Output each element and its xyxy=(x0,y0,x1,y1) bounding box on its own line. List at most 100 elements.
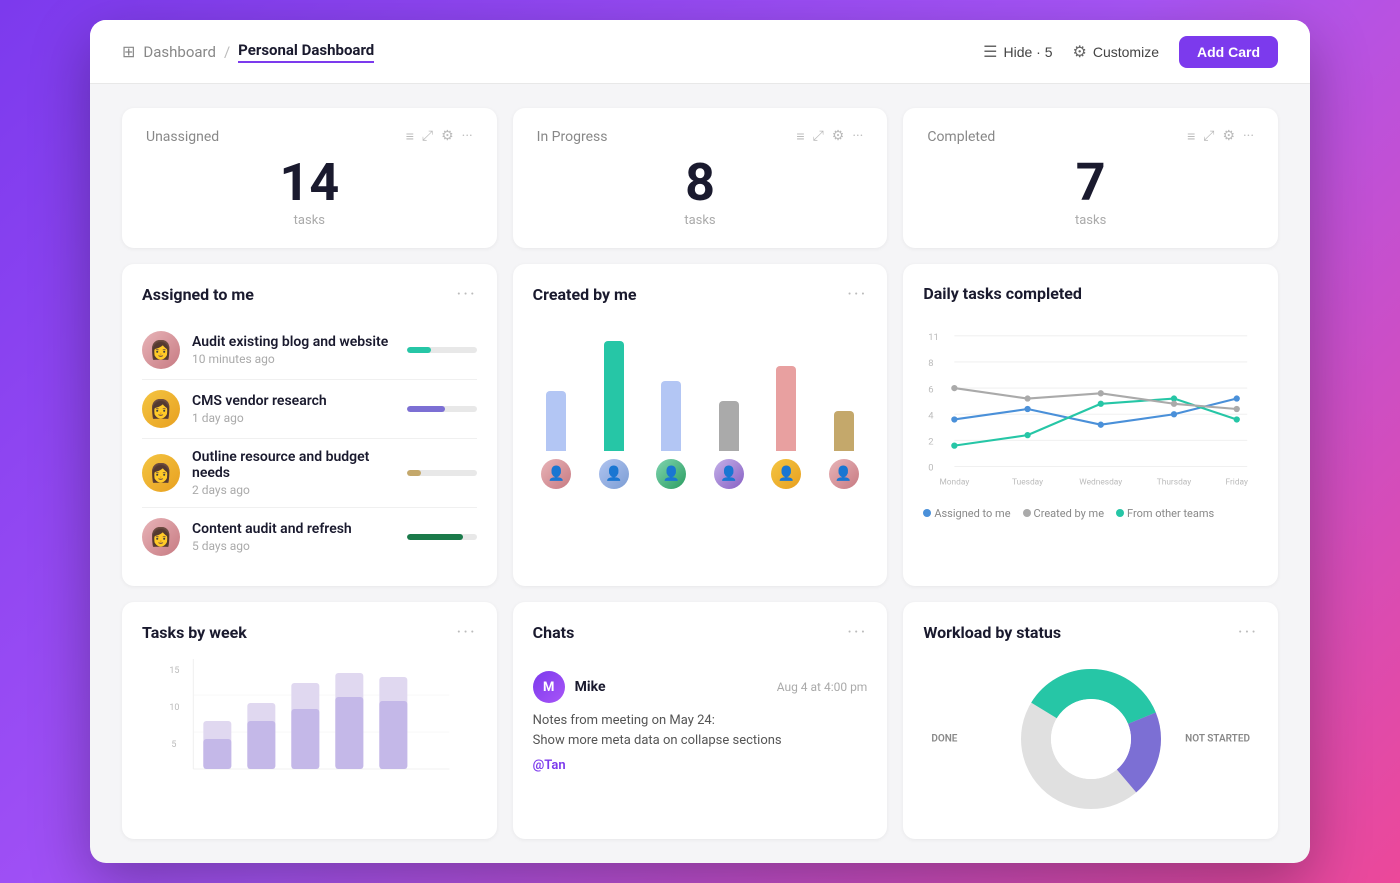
bar-avatar: 👤 xyxy=(599,459,629,489)
more-icon-3[interactable]: ··· xyxy=(1243,128,1254,145)
filter-icon-2[interactable]: ≡ xyxy=(796,128,804,145)
task-name: Audit existing blog and website xyxy=(192,334,395,350)
svg-text:6: 6 xyxy=(929,384,934,395)
chat-time: Aug 4 at 4:00 pm xyxy=(777,680,868,694)
task-item[interactable]: 👩 CMS vendor research 1 day ago xyxy=(142,380,477,439)
created-by-me-menu[interactable]: ··· xyxy=(847,284,867,305)
page-title: Personal Dashboard xyxy=(238,41,374,63)
settings-icon-2[interactable]: ⚙ xyxy=(832,128,845,145)
assigned-to-me-title: Assigned to me xyxy=(142,285,254,304)
task-name: Content audit and refresh xyxy=(192,521,395,537)
stat-label-completed: Completed xyxy=(927,129,995,145)
svg-text:Wednesday: Wednesday xyxy=(1080,477,1123,487)
header: ⊞ Dashboard / Personal Dashboard ☰ Hide … xyxy=(90,20,1310,84)
stat-number-unassigned: 14 xyxy=(146,157,473,209)
expand-icon[interactable]: ⤢ xyxy=(422,128,433,145)
created-by-me-title: Created by me xyxy=(533,285,637,304)
svg-text:15: 15 xyxy=(169,666,179,676)
chat-list: M Mike Aug 4 at 4:00 pm Notes from meeti… xyxy=(533,659,868,788)
filter-icon-3[interactable]: ≡ xyxy=(1187,128,1195,145)
avatar: 👩 xyxy=(142,518,180,556)
expand-icon-2[interactable]: ⤢ xyxy=(813,128,824,145)
svg-text:Monday: Monday xyxy=(940,477,970,487)
app-container: ⊞ Dashboard / Personal Dashboard ☰ Hide … xyxy=(90,20,1310,863)
avatar: 👩 xyxy=(142,454,180,492)
donut-chart: DONE NOT STARTED xyxy=(923,659,1258,819)
dashboard-icon: ⊞ xyxy=(122,42,135,61)
chat-mention[interactable]: @Tan xyxy=(533,758,566,773)
chat-name: Mike xyxy=(575,679,606,695)
bar-col xyxy=(648,381,695,451)
daily-tasks-card: Daily tasks completed 11 8 6 4 2 0 Monda… xyxy=(903,264,1278,586)
stat-sublabel-unassigned: tasks xyxy=(146,213,473,228)
header-actions: ☰ Hide · 5 ⚙ Customize Add Card xyxy=(983,36,1278,68)
chat-line: Show more meta data on collapse sections xyxy=(533,731,868,751)
stat-label-unassigned: Unassigned xyxy=(146,129,219,145)
add-card-button[interactable]: Add Card xyxy=(1179,36,1278,68)
hide-button[interactable]: ☰ Hide · 5 xyxy=(983,42,1052,62)
stat-sublabel-completed: tasks xyxy=(927,213,1254,228)
task-progress xyxy=(407,534,477,540)
bar-col xyxy=(533,391,580,451)
chat-avatar: M xyxy=(533,671,565,703)
task-info: Outline resource and budget needs 2 days… xyxy=(192,449,395,497)
settings-icon-3[interactable]: ⚙ xyxy=(1222,128,1235,145)
stat-card-icons-2: ≡ ⤢ ⚙ ··· xyxy=(796,128,863,145)
task-time: 2 days ago xyxy=(192,483,395,497)
tasks-by-week-menu[interactable]: ··· xyxy=(457,622,477,643)
customize-button[interactable]: ⚙ Customize xyxy=(1073,42,1159,62)
main-content: Unassigned ≡ ⤢ ⚙ ··· 14 tasks In Progres… xyxy=(90,84,1310,863)
task-item[interactable]: 👩 Content audit and refresh 5 days ago xyxy=(142,508,477,566)
workload-label-not-started: NOT STARTED xyxy=(1185,734,1250,745)
week-chart-svg: 15 10 5 xyxy=(142,659,477,789)
line-chart: 11 8 6 4 2 0 Monday Tuesday Wednesday Th… xyxy=(923,319,1258,520)
workload-label-done: DONE xyxy=(931,734,957,745)
more-icon-2[interactable]: ··· xyxy=(852,128,863,145)
bar xyxy=(719,401,739,451)
tasks-by-week-title: Tasks by week xyxy=(142,623,247,642)
bar-avatar: 👤 xyxy=(541,459,571,489)
stat-number-completed: 7 xyxy=(927,157,1254,209)
bottom-grid: Tasks by week ··· 15 10 5 Chats xyxy=(122,602,1278,839)
dashboard-grid: Assigned to me ··· 👩 Audit existing blog… xyxy=(122,264,1278,586)
bar xyxy=(604,341,624,451)
svg-text:5: 5 xyxy=(171,740,176,750)
chats-menu[interactable]: ··· xyxy=(847,622,867,643)
task-item[interactable]: 👩 Audit existing blog and website 10 min… xyxy=(142,321,477,380)
stat-card-unassigned: Unassigned ≡ ⤢ ⚙ ··· 14 tasks xyxy=(122,108,497,248)
task-progress xyxy=(407,406,477,412)
svg-text:4: 4 xyxy=(929,410,935,421)
progress-bar-container xyxy=(407,470,477,476)
stat-card-icons: ≡ ⤢ ⚙ ··· xyxy=(406,128,473,145)
svg-text:10: 10 xyxy=(169,703,179,713)
stat-sublabel-inprogress: tasks xyxy=(537,213,864,228)
task-name: Outline resource and budget needs xyxy=(192,449,395,481)
progress-bar-fill xyxy=(407,406,446,412)
stat-label-inprogress: In Progress xyxy=(537,129,608,145)
task-name: CMS vendor research xyxy=(192,393,395,409)
progress-bar-fill xyxy=(407,347,432,353)
workload-menu[interactable]: ··· xyxy=(1238,622,1258,643)
more-icon[interactable]: ··· xyxy=(462,128,473,145)
donut-svg xyxy=(1011,659,1171,819)
week-bar-fill xyxy=(247,721,275,769)
workload-card: Workload by status ··· DONE NOT STARTED xyxy=(903,602,1278,839)
line-chart-svg: 11 8 6 4 2 0 Monday Tuesday Wednesday Th… xyxy=(923,319,1258,499)
tasks-by-week-card: Tasks by week ··· 15 10 5 xyxy=(122,602,497,839)
settings-icon[interactable]: ⚙ xyxy=(441,128,454,145)
chats-card: Chats ··· M Mike Aug 4 at 4:00 pm Notes … xyxy=(513,602,888,839)
legend-other: From other teams xyxy=(1116,507,1214,520)
breadcrumb-link[interactable]: Dashboard xyxy=(143,43,216,61)
legend-assigned: Assigned to me xyxy=(923,507,1010,520)
task-info: Content audit and refresh 5 days ago xyxy=(192,521,395,553)
assigned-to-me-menu[interactable]: ··· xyxy=(457,284,477,305)
expand-icon-3[interactable]: ⤢ xyxy=(1203,128,1214,145)
task-item[interactable]: 👩 Outline resource and budget needs 2 da… xyxy=(142,439,477,508)
line-chart-legend: Assigned to me Created by me From other … xyxy=(923,507,1258,520)
bar-col xyxy=(590,341,637,451)
progress-bar-container xyxy=(407,406,477,412)
avatar: 👩 xyxy=(142,331,180,369)
task-time: 5 days ago xyxy=(192,539,395,553)
filter-icon[interactable]: ≡ xyxy=(406,128,414,145)
chat-header: M Mike Aug 4 at 4:00 pm xyxy=(533,671,868,703)
